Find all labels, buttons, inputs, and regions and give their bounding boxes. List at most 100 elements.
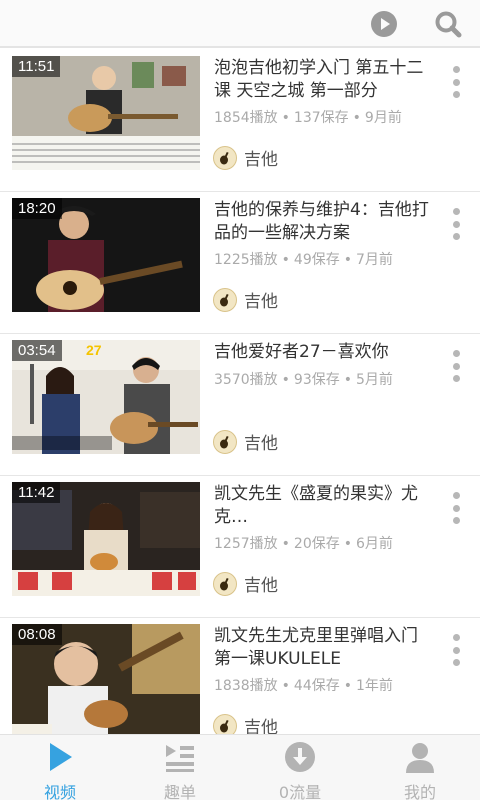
dot-icon xyxy=(452,220,460,228)
guitar-avatar-icon xyxy=(220,293,229,306)
author-name: 吉他 xyxy=(244,292,278,312)
video-stats: 1225播放 • 49保存 • 7月前 xyxy=(214,249,393,269)
video-duration: 11:42 xyxy=(12,482,61,503)
search-icon xyxy=(435,11,462,38)
dot-icon xyxy=(452,362,460,370)
author-name: 吉他 xyxy=(244,150,278,170)
video-thumbnail[interactable]: 03:54 27 xyxy=(12,340,200,454)
play-count: 1854播放 xyxy=(214,110,278,126)
author-name: 吉他 xyxy=(244,718,278,734)
guitar-avatar-icon xyxy=(220,435,229,448)
separator: • xyxy=(343,372,352,388)
video-stats: 1838播放 • 44保存 • 1年前 xyxy=(214,675,393,695)
play-count: 3570播放 xyxy=(214,372,278,388)
play-circle-button[interactable] xyxy=(360,0,408,48)
guitar-avatar-icon xyxy=(220,719,229,732)
save-count: 20保存 xyxy=(293,536,340,552)
author-info[interactable]: 吉他 xyxy=(213,571,278,596)
upload-age: 7月前 xyxy=(356,252,393,268)
tab-offline[interactable]: 0流量 xyxy=(240,735,360,800)
tab-me[interactable]: 我的 xyxy=(360,735,480,800)
video-title[interactable]: 凯文先生《盛夏的果实》尤克… xyxy=(214,483,432,529)
tab-video[interactable]: 视频 xyxy=(0,735,120,800)
download-icon xyxy=(285,742,315,772)
dot-icon xyxy=(452,517,460,524)
avatar xyxy=(213,713,237,734)
avatar xyxy=(213,287,237,312)
video-item[interactable]: 18:20 吉他的保养与维护4：吉他打品的一些解决方案 1225播放 • 49保存 •… xyxy=(0,192,480,334)
top-bar xyxy=(0,0,480,48)
dot-icon xyxy=(452,78,460,86)
separator: • xyxy=(281,536,290,552)
play-count: 1838播放 xyxy=(214,678,278,694)
video-title[interactable]: 吉他的保养与维护4：吉他打品的一些解决方案 xyxy=(214,199,432,245)
play-triangle-icon xyxy=(50,743,72,771)
avatar xyxy=(213,145,237,170)
video-duration: 11:51 xyxy=(12,56,61,77)
separator: • xyxy=(343,678,352,694)
dot-icon xyxy=(452,350,460,357)
guitar-avatar-icon xyxy=(220,577,229,590)
separator: • xyxy=(343,252,352,268)
video-stats: 1257播放 • 20保存 • 6月前 xyxy=(214,533,393,553)
separator: • xyxy=(281,252,290,268)
more-options-button[interactable] xyxy=(442,632,470,668)
tab-playlist[interactable]: 趣单 xyxy=(120,735,240,800)
guitar-avatar-icon xyxy=(220,151,229,164)
person-icon xyxy=(406,743,434,773)
separator: • xyxy=(352,110,361,126)
upload-age: 5月前 xyxy=(356,372,393,388)
tab-label: 我的 xyxy=(403,783,436,800)
author-info[interactable]: 吉他 xyxy=(213,429,278,454)
video-item[interactable]: 11:42 凯文先生《盛夏的果实》尤克… 1257播放 • 20保存 • 6月前 吉他 xyxy=(0,476,480,618)
video-item[interactable]: 11:51 泡泡吉他初学入门 第五十二课 天空之城 第一部分 1854播放 • 13… xyxy=(0,50,480,192)
video-item[interactable]: 03:54 27 吉他爱好者27－喜欢你 3570播放 • 93保存 • 5月前 吉他 xyxy=(0,334,480,476)
tab-label: 视频 xyxy=(43,783,76,800)
video-duration: 18:20 xyxy=(12,198,62,219)
video-duration: 08:08 xyxy=(12,624,62,645)
author-info[interactable]: 吉他 xyxy=(213,713,278,734)
video-stats: 1854播放 • 137保存 • 9月前 xyxy=(214,107,402,127)
dot-icon xyxy=(452,208,460,215)
video-title[interactable]: 吉他爱好者27－喜欢你 xyxy=(214,341,432,364)
video-title[interactable]: 泡泡吉他初学入门 第五十二课 天空之城 第一部分 xyxy=(214,57,432,103)
separator: • xyxy=(281,678,290,694)
video-title[interactable]: 凯文先生尤克里里弹唱入门第一课UKULELE xyxy=(214,625,432,671)
dot-icon xyxy=(452,66,460,73)
video-item[interactable]: 08:08 凯文先生尤克里里弹唱入门第一课UKULELE 1838播放 • 44保存… xyxy=(0,618,480,734)
more-options-button[interactable] xyxy=(442,490,470,526)
bottom-tab-bar: 视频 趣单 0流量 我的 xyxy=(0,734,480,800)
video-thumbnail[interactable]: 11:42 xyxy=(12,482,200,596)
upload-age: 1年前 xyxy=(356,678,393,694)
play-circle-icon xyxy=(371,11,397,37)
video-stats: 3570播放 • 93保存 • 5月前 xyxy=(214,369,393,389)
dot-icon xyxy=(452,91,460,98)
separator: • xyxy=(281,372,290,388)
save-count: 44保存 xyxy=(293,678,340,694)
dot-icon xyxy=(452,634,460,641)
dot-icon xyxy=(452,233,460,240)
more-options-button[interactable] xyxy=(442,206,470,242)
video-thumbnail[interactable]: 08:08 xyxy=(12,624,200,734)
avatar xyxy=(213,429,237,454)
play-count: 1257播放 xyxy=(214,536,278,552)
video-thumbnail[interactable]: 18:20 xyxy=(12,198,200,312)
tab-label: 趣单 xyxy=(163,783,196,800)
avatar xyxy=(213,571,237,596)
video-thumbnail[interactable]: 11:51 xyxy=(12,56,200,170)
upload-age: 6月前 xyxy=(356,536,393,552)
dot-icon xyxy=(452,504,460,512)
author-name: 吉他 xyxy=(244,576,278,596)
author-info[interactable]: 吉他 xyxy=(213,145,278,170)
tab-label: 0流量 xyxy=(278,783,322,800)
more-options-button[interactable] xyxy=(442,348,470,384)
dot-icon xyxy=(452,492,460,499)
dot-icon xyxy=(452,375,460,382)
separator: • xyxy=(343,536,352,552)
author-info[interactable]: 吉他 xyxy=(213,287,278,312)
more-options-button[interactable] xyxy=(442,64,470,100)
upload-age: 9月前 xyxy=(364,110,402,126)
save-count: 49保存 xyxy=(293,252,340,268)
search-button[interactable] xyxy=(424,0,472,48)
video-list[interactable]: 11:51 泡泡吉他初学入门 第五十二课 天空之城 第一部分 1854播放 • 13… xyxy=(0,50,480,734)
